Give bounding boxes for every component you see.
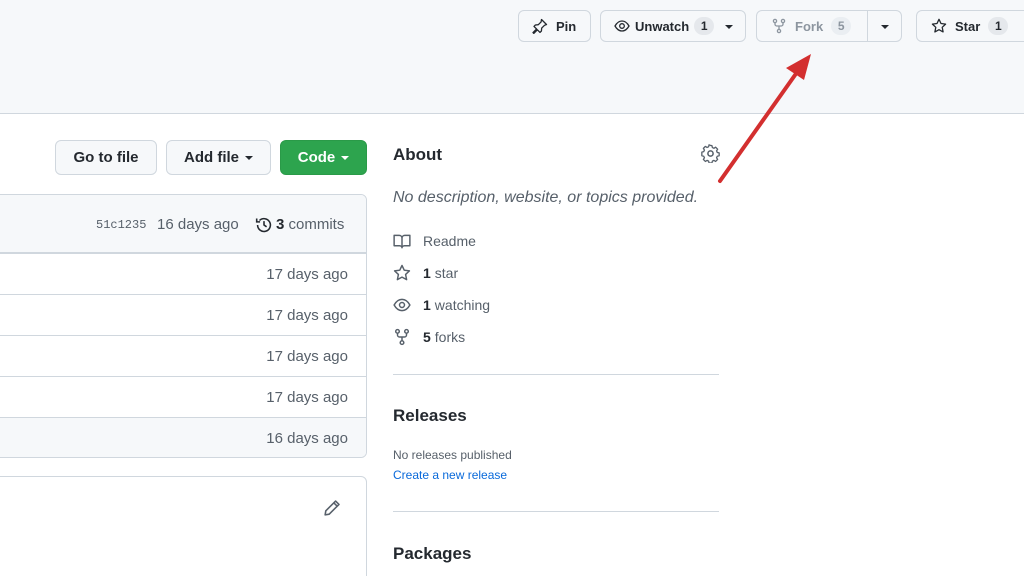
fork-button[interactable]: Fork 5 xyxy=(756,10,902,42)
chevron-down-icon xyxy=(245,155,253,160)
forks-label: forks xyxy=(434,329,466,345)
repo-forked-icon xyxy=(771,18,787,34)
star-button[interactable]: Star 1 xyxy=(916,10,1024,42)
pin-icon xyxy=(532,18,548,34)
watching-count: 1 xyxy=(423,297,431,313)
commit-age: 16 days ago xyxy=(157,216,239,233)
commit-sha-link[interactable]: 51c1235 xyxy=(96,218,146,232)
code-label: Code xyxy=(297,149,336,166)
file-row-age: 17 days ago xyxy=(266,266,348,283)
pin-label: Pin xyxy=(556,18,577,34)
file-row[interactable]: 17 days ago xyxy=(0,253,366,294)
star-counter: 1 xyxy=(988,17,1009,35)
fork-label: Fork xyxy=(795,18,824,34)
star-label: Star xyxy=(955,18,981,34)
chevron-down-icon xyxy=(341,155,350,160)
file-row[interactable]: 17 days ago xyxy=(0,294,366,335)
about-heading: About xyxy=(393,145,443,164)
file-row-age: 16 days ago xyxy=(266,430,348,447)
add-file-button[interactable]: Add file xyxy=(166,140,271,175)
readme-box xyxy=(0,476,367,576)
no-releases-text: No releases published xyxy=(393,448,512,462)
go-to-file-label: Go to file xyxy=(73,149,139,166)
unwatch-button[interactable]: Unwatch 1 xyxy=(600,10,746,42)
forks-count: 5 xyxy=(423,329,431,345)
repo-forked-icon xyxy=(394,328,410,346)
readme-label: Readme xyxy=(423,233,476,249)
star-icon xyxy=(393,264,411,281)
pencil-icon[interactable] xyxy=(323,499,341,517)
history-icon xyxy=(255,217,272,233)
unwatch-dropdown-caret-icon[interactable] xyxy=(725,25,733,29)
sidebar-divider xyxy=(393,374,719,375)
about-description: No description, website, or topics provi… xyxy=(393,189,699,206)
unwatch-counter: 1 xyxy=(694,17,715,35)
stars-link[interactable]: 1 star xyxy=(393,263,458,283)
commits-count: 3 xyxy=(276,216,285,233)
eye-icon xyxy=(614,18,630,34)
fork-dropdown-caret-icon[interactable] xyxy=(881,25,889,29)
stars-label: star xyxy=(434,265,459,281)
watching-label: watching xyxy=(434,297,491,313)
fork-button-divider xyxy=(867,11,868,41)
file-row[interactable]: 17 days ago xyxy=(0,376,366,417)
stars-count: 1 xyxy=(423,265,431,281)
book-icon xyxy=(393,234,411,249)
file-row-age: 17 days ago xyxy=(266,389,348,406)
create-release-link[interactable]: Create a new release xyxy=(393,468,507,482)
sidebar-divider xyxy=(393,511,719,512)
packages-heading[interactable]: Packages xyxy=(393,544,471,564)
fork-counter: 5 xyxy=(831,17,852,35)
watchers-link[interactable]: 1 watching xyxy=(393,295,490,315)
star-icon xyxy=(931,18,947,34)
latest-commit-bar: 51c1235 16 days ago 3 commits xyxy=(0,195,366,253)
file-row[interactable]: 16 days ago xyxy=(0,417,366,457)
readme-link[interactable]: Readme xyxy=(393,231,476,251)
file-row-age: 17 days ago xyxy=(266,348,348,365)
add-file-label: Add file xyxy=(184,149,239,166)
go-to-file-button[interactable]: Go to file xyxy=(55,140,157,175)
releases-heading[interactable]: Releases xyxy=(393,406,467,426)
unwatch-label: Unwatch xyxy=(635,18,690,34)
pin-button[interactable]: Pin xyxy=(518,10,591,42)
annotation-arrow-icon xyxy=(718,54,811,183)
commits-link[interactable]: 3 commits xyxy=(276,216,344,233)
eye-icon xyxy=(393,298,411,312)
repo-header: Pin Unwatch 1 Fork 5 Star 1 xyxy=(0,0,1024,114)
code-button[interactable]: Code xyxy=(280,140,367,175)
forks-link[interactable]: 5 forks xyxy=(393,327,465,347)
commits-label: commits xyxy=(288,216,345,233)
file-row-age: 17 days ago xyxy=(266,307,348,324)
file-row[interactable]: 17 days ago xyxy=(0,335,366,376)
file-list: 51c1235 16 days ago 3 commits 17 days ag… xyxy=(0,194,367,458)
